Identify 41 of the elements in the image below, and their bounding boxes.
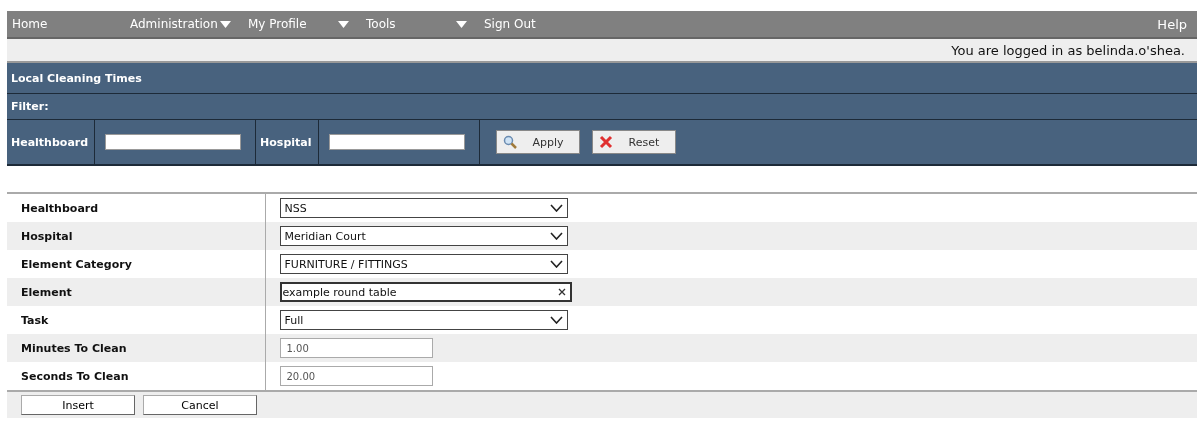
field-label: Hospital — [21, 229, 73, 243]
clear-button[interactable]: Reset — [591, 130, 676, 154]
input-field[interactable] — [328, 134, 465, 150]
filter-label: Healthboard — [11, 135, 89, 149]
filter-label: Filter: — [11, 100, 49, 113]
clear-icon[interactable] — [557, 288, 566, 296]
dropdown[interactable]: Meridian Court — [279, 226, 568, 246]
nav-link[interactable]: Administration — [130, 17, 218, 31]
close-icon — [598, 135, 613, 149]
search-field[interactable]: example round table — [279, 282, 572, 302]
chevron-icon — [549, 232, 563, 240]
caret-icon — [456, 20, 467, 28]
login-status: You are logged in as belinda.o'shea. — [951, 42, 1185, 58]
field-label: Healthboard — [21, 201, 99, 215]
nav-link[interactable]: Sign Out — [484, 17, 536, 31]
search-icon — [502, 135, 517, 149]
form-button[interactable]: Cancel — [143, 395, 257, 415]
panel-title: Local Cleaning Times — [11, 71, 142, 85]
filter-label: Hospital — [260, 135, 312, 149]
help-link[interactable]: Help — [1157, 16, 1197, 32]
chevron-icon — [549, 260, 563, 268]
input-field[interactable] — [105, 134, 242, 150]
caret-icon — [338, 20, 349, 28]
caret-icon — [220, 20, 231, 28]
dropdown[interactable]: Full — [279, 310, 568, 330]
dropdown[interactable]: FURNITURE / FITTINGS — [279, 254, 568, 274]
nav-link[interactable]: Tools — [366, 17, 396, 31]
form-button[interactable]: Insert — [21, 395, 135, 415]
input-field[interactable]: 20.00 — [279, 366, 433, 386]
search-button[interactable]: Apply — [495, 130, 580, 154]
nav-link[interactable]: My Profile — [248, 17, 307, 31]
input-field[interactable]: 1.00 — [279, 338, 433, 358]
chevron-icon — [549, 204, 563, 212]
nav-link[interactable]: Home — [12, 17, 48, 31]
field-label: Seconds To Clean — [21, 369, 129, 383]
field-label: Minutes To Clean — [21, 341, 127, 355]
dropdown[interactable]: NSS — [279, 198, 568, 218]
chevron-icon — [549, 316, 563, 324]
field-label: Task — [21, 313, 49, 327]
field-label: Element Category — [21, 257, 132, 271]
field-label: Element — [21, 285, 72, 299]
